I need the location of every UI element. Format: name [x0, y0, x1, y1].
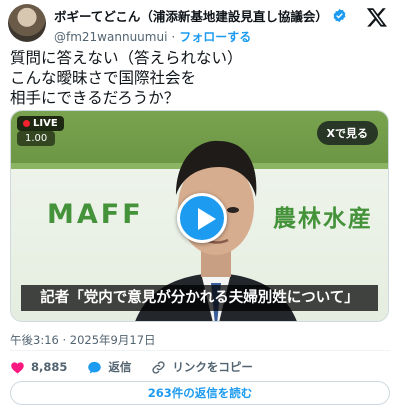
video-player[interactable]: MAFF 農林水産 LIVE 1.00 Xで見る 記者「党内で意見が分かれる夫婦… — [10, 110, 389, 322]
link-icon[interactable] — [151, 360, 166, 375]
divider — [10, 350, 390, 351]
name-row: ボギーてどこん（浦添新基地建設見直し協議会） — [54, 6, 347, 25]
reply-label: 返信 — [108, 360, 132, 374]
handle-separator: · — [171, 29, 176, 44]
author-info: ボギーてどこん（浦添新基地建設見直し協議会） @fm21wannuumui · … — [54, 4, 347, 45]
play-button-icon[interactable] — [177, 193, 227, 243]
like-count: 8,885 — [31, 360, 68, 374]
live-dot-icon — [23, 120, 30, 127]
x-logo-icon[interactable] — [366, 6, 388, 28]
heart-icon[interactable] — [10, 360, 25, 375]
live-label: LIVE — [33, 118, 58, 129]
tweet-line: 質問に答えない（答えられない） — [10, 49, 243, 67]
live-badge: LIVE — [17, 116, 64, 131]
author-display-name[interactable]: ボギーてどこん（浦添新基地建設見直し協議会） — [54, 6, 328, 25]
tweet-card: ボギーてどこん（浦添新基地建設見直し協議会） @fm21wannuumui · … — [0, 0, 400, 413]
tweet-line: 相手にできるだろうか？ — [10, 89, 180, 107]
copy-link-label: リンクをコピー — [172, 360, 253, 374]
tweet-text: 質問に答えない（答えられない） こんな曖昧さで国際社会を 相手にできるだろうか？ — [10, 48, 390, 108]
read-replies-button[interactable]: 263件の返信を読む — [10, 381, 390, 405]
playback-speed[interactable]: 1.00 — [17, 131, 56, 146]
handle-row: @fm21wannuumui · フォローする — [54, 28, 347, 45]
avatar[interactable] — [8, 4, 46, 42]
copy-link-action[interactable]: リンクをコピー — [151, 359, 253, 375]
view-on-x-button[interactable]: Xで見る — [316, 121, 378, 145]
follow-button[interactable]: フォローする — [179, 28, 251, 45]
like-action[interactable]: 8,885 — [10, 360, 67, 375]
action-bar: 8,885 返信 リンクをコピー — [10, 358, 273, 376]
video-caption: 記者「党内で意見が分かれる夫婦別姓について」 — [21, 285, 378, 311]
reply-bubble-icon[interactable] — [87, 360, 102, 375]
author-handle[interactable]: @fm21wannuumui — [54, 30, 167, 44]
reply-action[interactable]: 返信 — [87, 359, 131, 375]
verified-badge-icon — [332, 8, 347, 23]
tweet-timestamp[interactable]: 午後3:16 · 2025年9月17日 — [10, 332, 156, 348]
tweet-line: こんな曖昧さで国際社会を — [10, 69, 197, 87]
tweet-header: ボギーてどこん（浦添新基地建設見直し協議会） @fm21wannuumui · … — [8, 4, 392, 44]
